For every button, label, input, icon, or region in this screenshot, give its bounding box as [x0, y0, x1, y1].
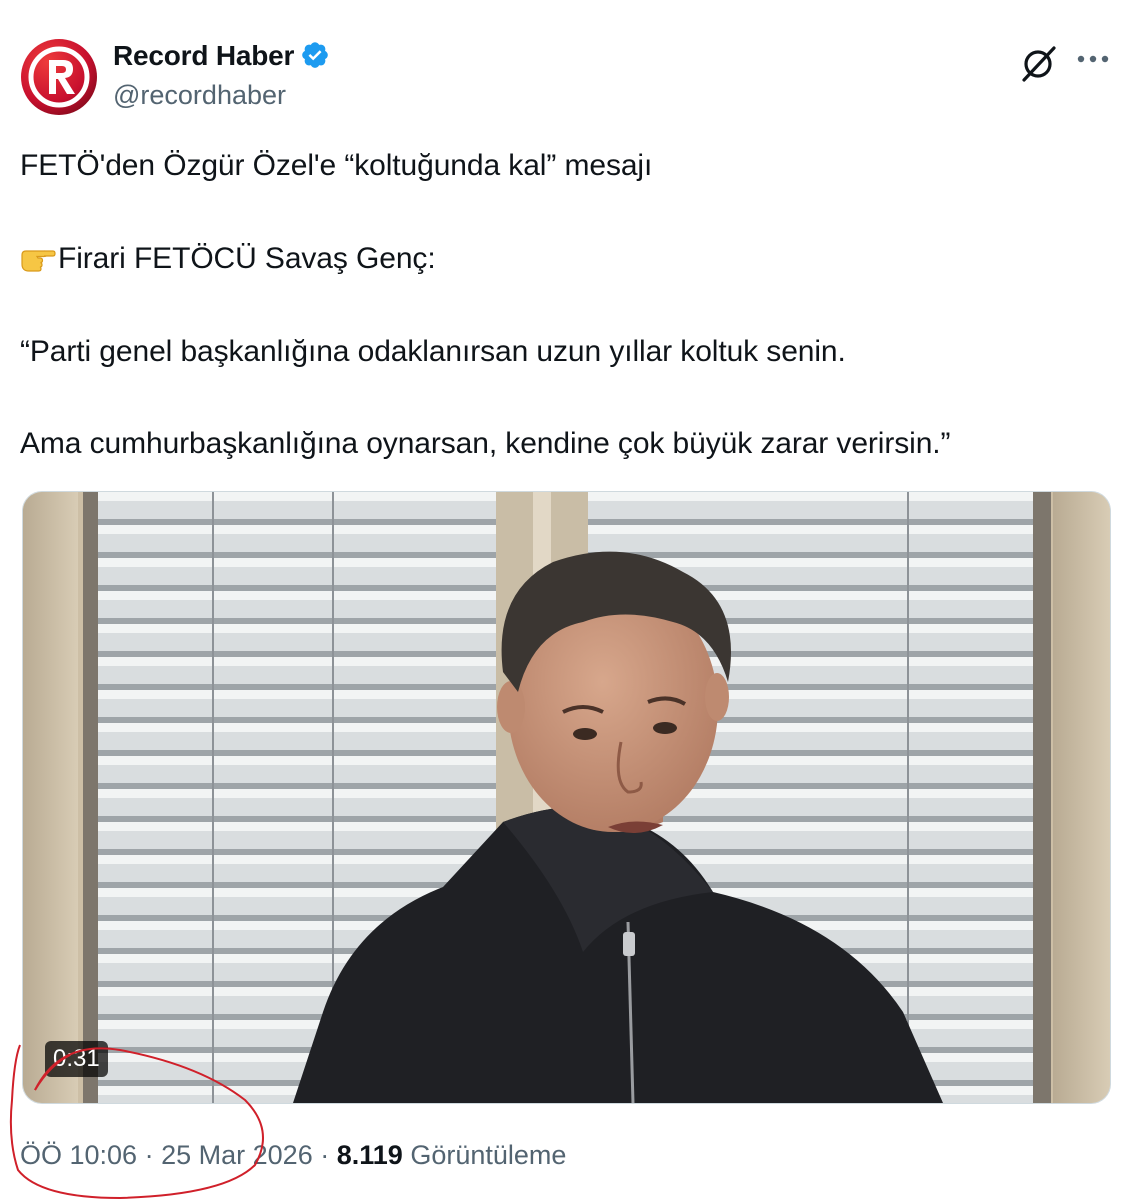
- tweet-text-line-2-text: Firari FETÖCÜ Savaş Genç:: [58, 242, 436, 275]
- grok-button[interactable]: [1018, 42, 1060, 84]
- display-name[interactable]: Record Haber: [113, 40, 294, 71]
- tweet-time[interactable]: ÖÖ 10:06: [20, 1140, 137, 1170]
- display-name-row[interactable]: Record Haber: [113, 40, 330, 72]
- tweet-text-line-4: Ama cumhurbaşkanlığına oynarsan, kendine…: [20, 427, 951, 460]
- handle[interactable]: @recordhaber: [113, 80, 286, 111]
- verified-badge-icon: [300, 40, 330, 70]
- avatar[interactable]: [20, 38, 98, 116]
- tweet-date[interactable]: 25 Mar 2026: [161, 1140, 313, 1170]
- tweet-meta: ÖÖ 10:06 · 25 Mar 2026 · 8.119 Görüntüle…: [20, 1140, 566, 1171]
- tweet-text-line-3: “Parti genel başkanlığına odaklanırsan u…: [20, 335, 846, 368]
- backhand-index-pointing-right-emoji-icon: [20, 243, 56, 273]
- video-thumbnail: [23, 492, 1110, 1103]
- record-haber-logo-icon: [21, 39, 97, 115]
- views-count[interactable]: 8.119: [337, 1140, 403, 1170]
- video-duration-badge: 0:31: [45, 1041, 108, 1077]
- tweet-text-line-1: FETÖ'den Özgür Özel'e “koltuğunda kal” m…: [20, 149, 653, 182]
- views-label[interactable]: Görüntüleme: [410, 1140, 566, 1170]
- grok-icon: [1022, 46, 1056, 82]
- tweet-text-line-2: Firari FETÖCÜ Savaş Genç:: [20, 239, 436, 279]
- video-player[interactable]: 0:31: [22, 491, 1111, 1104]
- more-options-button[interactable]: [1074, 44, 1112, 74]
- meta-separator: ·: [144, 1140, 154, 1170]
- meta-separator: ·: [320, 1140, 330, 1170]
- more-options-icon: [1077, 55, 1109, 63]
